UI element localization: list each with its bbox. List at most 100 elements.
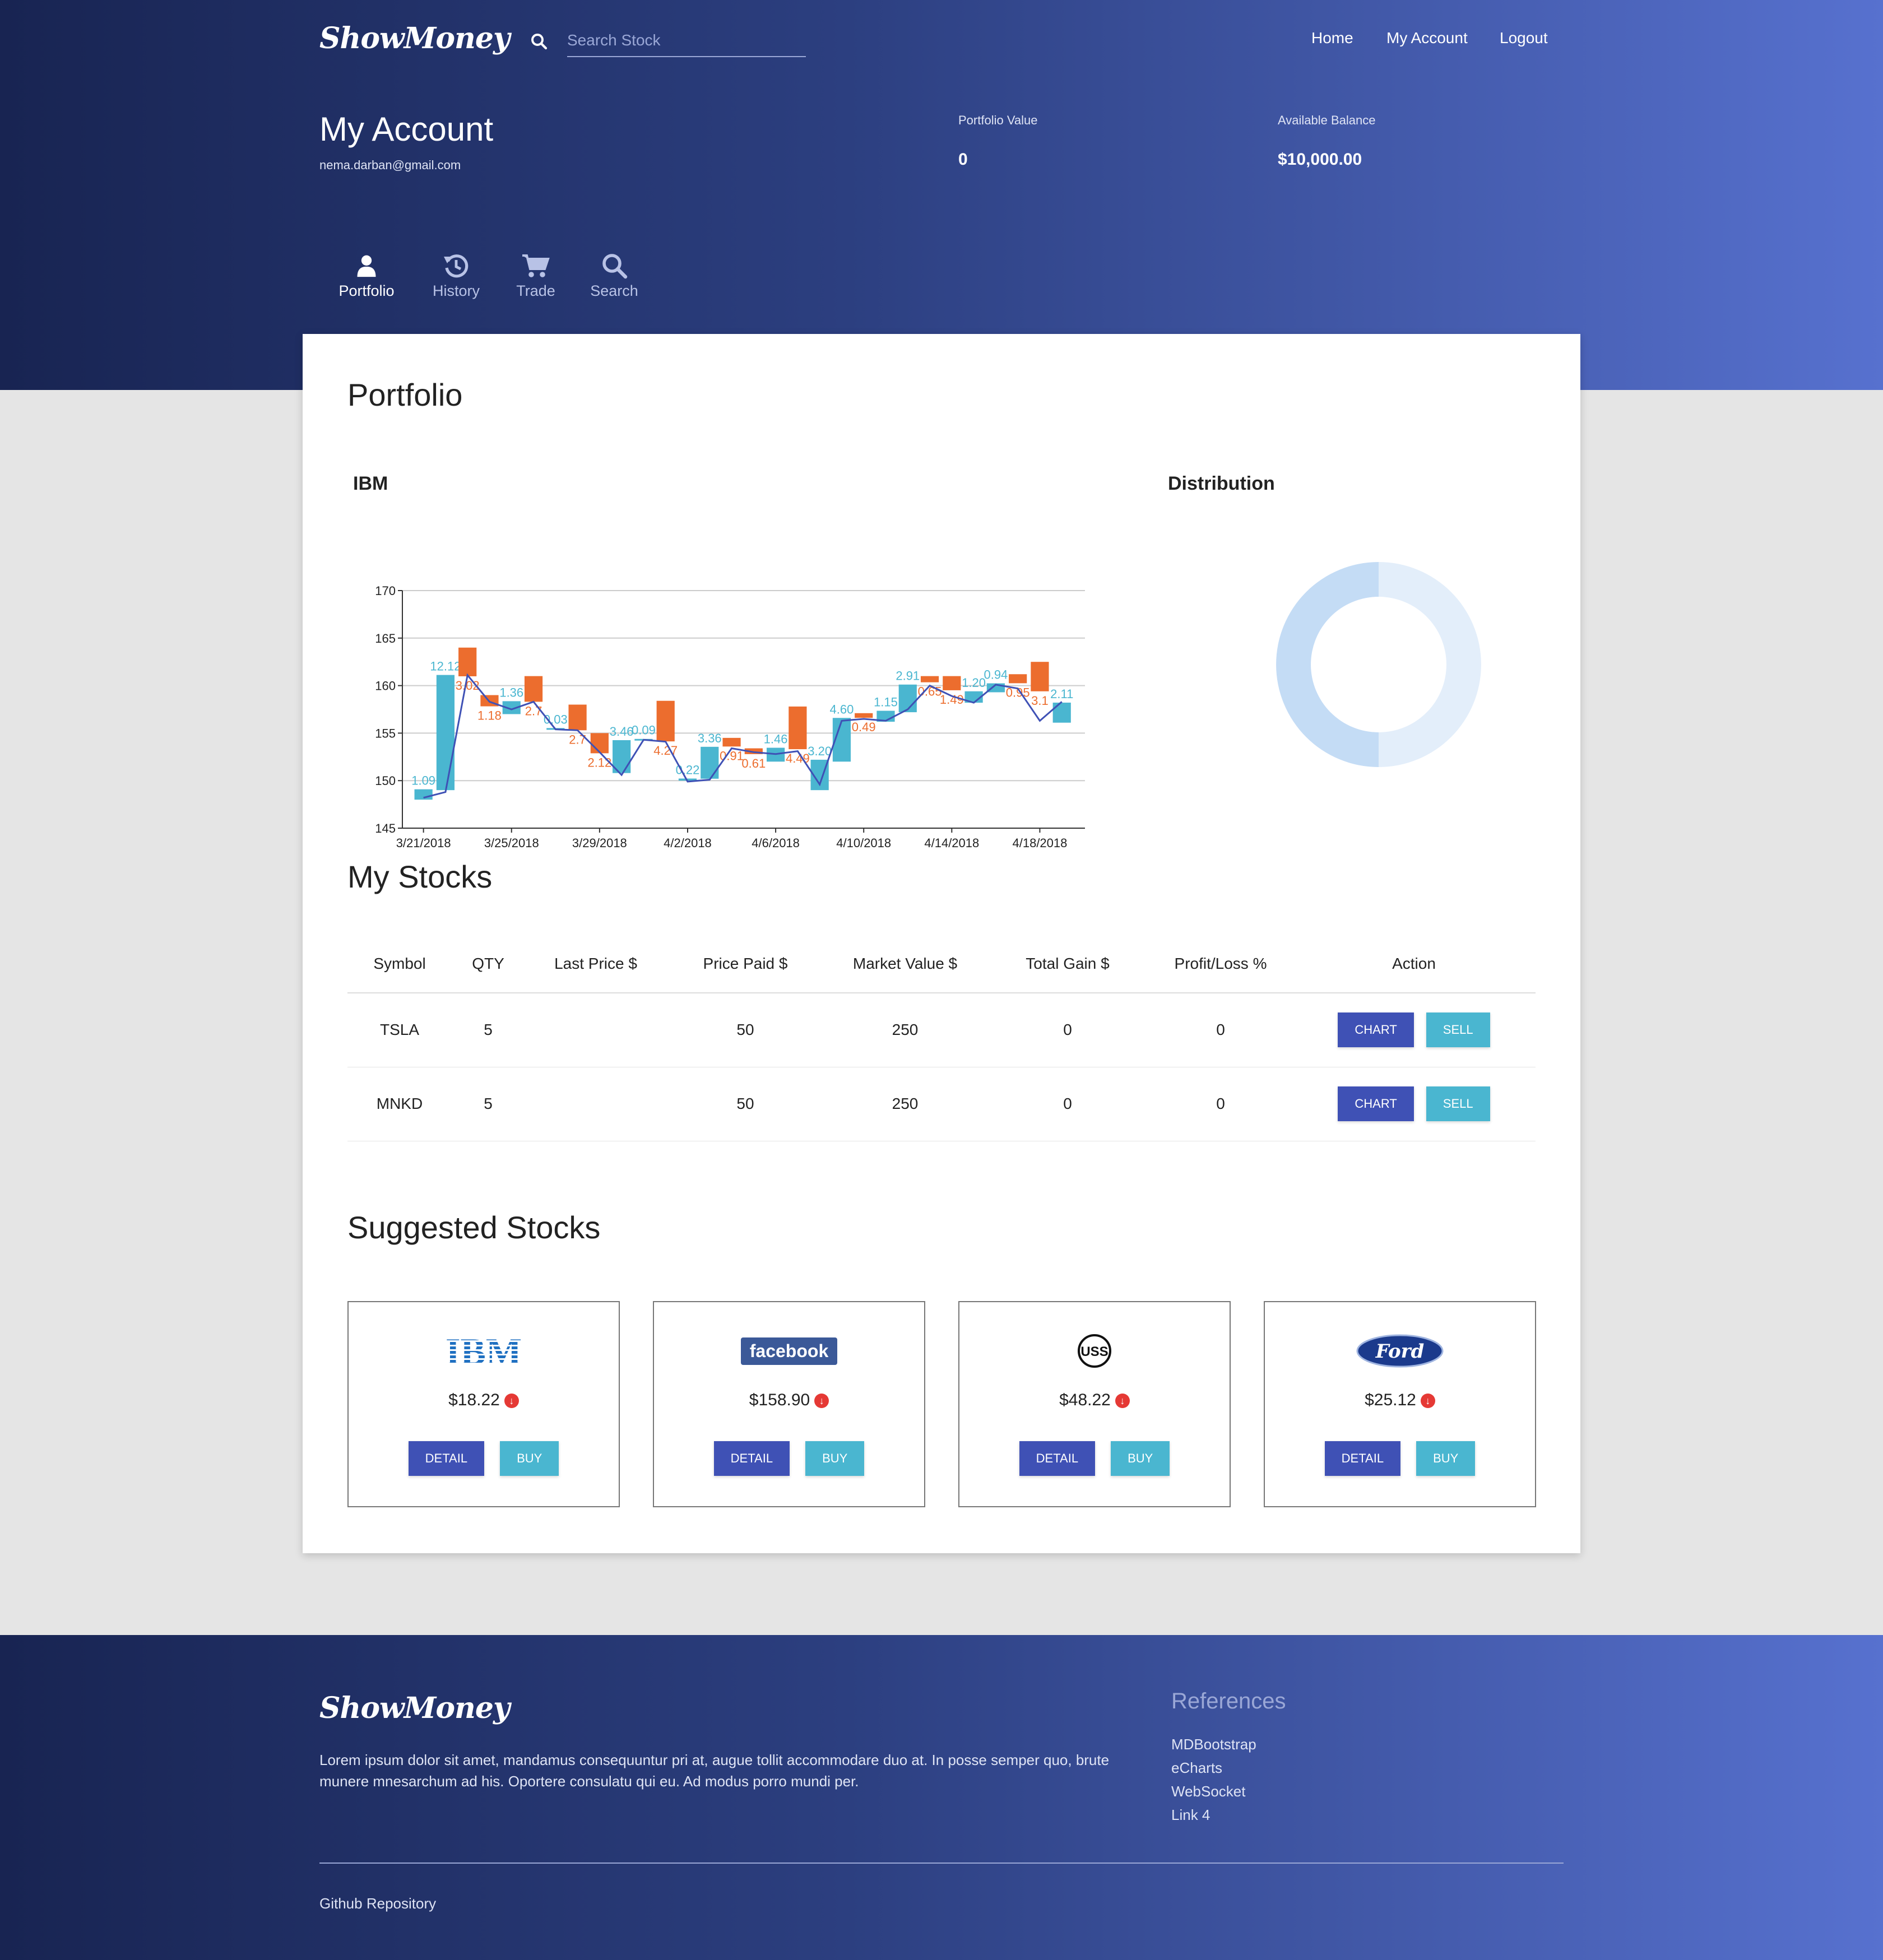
search-input[interactable] [567, 25, 806, 57]
reference-link[interactable]: Link 4 [1171, 1806, 1210, 1824]
nav-home-link[interactable]: Home [1311, 29, 1353, 47]
nav-logout-link[interactable]: Logout [1500, 29, 1548, 47]
data-label: 2.12 [587, 755, 611, 769]
suggested-card-ford: Ford $25.12 ↓ DETAIL BUY [1264, 1301, 1536, 1507]
brand-logo[interactable]: ShowMoney [319, 21, 510, 55]
detail-button[interactable]: DETAIL [1324, 1441, 1401, 1476]
ford-logo: Ford [1265, 1331, 1535, 1371]
distribution-title: Distribution [1168, 473, 1275, 494]
tab-trade[interactable]: Trade [497, 252, 575, 300]
col-action: Action [1292, 935, 1536, 993]
x-tick-label: 3/29/2018 [572, 836, 627, 850]
chart-bar [590, 733, 609, 754]
tab-label: Search [590, 282, 638, 299]
y-tick-label: 145 [375, 821, 396, 835]
table-header-row: Symbol QTY Last Price $ Price Paid $ Mar… [347, 935, 1536, 993]
x-tick-label: 3/21/2018 [396, 836, 451, 850]
detail-button[interactable]: DETAIL [713, 1441, 790, 1476]
col-symbol: Symbol [347, 935, 452, 993]
reference-link[interactable]: eCharts [1171, 1759, 1222, 1777]
buy-button[interactable]: BUY [805, 1441, 865, 1476]
portfolio-value: 0 [958, 150, 968, 169]
chart-bar [701, 746, 719, 779]
page-title: My Account [319, 110, 494, 148]
cart-icon [522, 254, 550, 277]
data-label: 0.49 [852, 720, 876, 734]
chart-button[interactable]: CHART [1338, 1086, 1414, 1121]
price: $48.22 ↓ [959, 1391, 1230, 1410]
reference-link[interactable]: MDBootstrap [1171, 1736, 1256, 1753]
detail-button[interactable]: DETAIL [408, 1441, 485, 1476]
buy-button[interactable]: BUY [1111, 1441, 1170, 1476]
card-actions: DETAIL BUY [1265, 1441, 1535, 1476]
arrow-down-icon: ↓ [504, 1394, 519, 1409]
balance-value: $10,000.00 [1278, 150, 1362, 169]
cell-symbol: MNKD [347, 1067, 452, 1141]
buy-button[interactable]: BUY [1416, 1441, 1476, 1476]
price: $158.90 ↓ [654, 1391, 924, 1410]
user-icon [357, 255, 376, 277]
y-tick-label: 150 [375, 774, 396, 788]
search-bar [529, 25, 806, 57]
search-icon [602, 254, 628, 279]
price-value: $25.12 [1365, 1391, 1416, 1409]
footer-brand-logo: ShowMoney [319, 1691, 510, 1725]
card-actions: DETAIL BUY [349, 1441, 619, 1476]
nav-my-account-link[interactable]: My Account [1386, 29, 1468, 47]
tab-label: History [432, 282, 480, 299]
data-label: 2.7 [569, 732, 586, 746]
svg-text:USS: USS [1080, 1344, 1108, 1359]
detail-button[interactable]: DETAIL [1019, 1441, 1096, 1476]
y-tick-label: 160 [375, 679, 396, 693]
chart-bar [943, 676, 961, 690]
footer-divider [319, 1863, 1564, 1864]
price-value: $158.90 [749, 1391, 810, 1409]
reference-link[interactable]: WebSocket [1171, 1783, 1245, 1800]
us-steel-logo: USS [959, 1331, 1230, 1371]
portfolio-card: Portfolio IBM 145 150 155 160 165 170 3/21/201… [303, 334, 1580, 1553]
tab-history[interactable]: History [417, 252, 495, 300]
tab-search[interactable]: Search [575, 252, 653, 300]
chart-bar [855, 713, 873, 718]
sell-button[interactable]: SELL [1426, 1086, 1490, 1121]
cell-qty: 5 [452, 1067, 525, 1141]
sell-button[interactable]: SELL [1426, 1012, 1490, 1048]
data-label: 3.46 [610, 724, 634, 739]
price: $25.12 ↓ [1265, 1391, 1535, 1410]
x-tick-label: 4/14/2018 [924, 836, 979, 850]
col-market-value: Market Value $ [824, 935, 986, 993]
table-row: MNKD 5 50 250 0 0 CHART SELL [347, 1067, 1536, 1141]
tab-label: Portfolio [338, 282, 395, 299]
buy-button[interactable]: BUY [500, 1441, 559, 1476]
chart-bar [568, 704, 587, 731]
data-label: 2.7 [525, 704, 542, 718]
chart-button[interactable]: CHART [1338, 1012, 1414, 1048]
user-email: nema.darban@gmail.com [319, 158, 461, 172]
chart-bar [920, 676, 939, 682]
github-link[interactable]: Github Repository [319, 1895, 436, 1912]
y-tick-label: 165 [375, 631, 396, 645]
search-icon[interactable] [529, 31, 549, 52]
x-tick-label: 4/18/2018 [1013, 836, 1068, 850]
footer-description: Lorem ipsum dolor sit amet, mandamus con… [319, 1752, 1110, 1790]
col-profit-loss: Profit/Loss % [1149, 935, 1292, 993]
tab-portfolio[interactable]: Portfolio [327, 252, 406, 300]
footer: ShowMoney Lorem ipsum dolor sit amet, ma… [0, 1635, 1883, 1960]
suggested-card-us-steel: USS $48.22 ↓ DETAIL BUY [958, 1301, 1231, 1507]
data-label: 1.49 [940, 693, 964, 707]
svg-text:Ford: Ford [1375, 1340, 1425, 1363]
data-label: 1.15 [874, 695, 898, 709]
chart-bar [898, 684, 917, 713]
data-label: 0.94 [984, 668, 1008, 682]
data-label: 1.36 [499, 685, 523, 699]
arrow-down-icon: ↓ [1420, 1394, 1435, 1409]
chart-bar [524, 676, 543, 702]
price: $18.22 ↓ [349, 1391, 619, 1410]
suggested-heading: Suggested Stocks [347, 1210, 601, 1245]
chart-bar [1052, 702, 1071, 723]
card-actions: DETAIL BUY [654, 1441, 924, 1476]
chart-bar [436, 675, 455, 791]
donut-slice [1276, 562, 1379, 767]
data-label: 0.09 [632, 723, 656, 737]
chart-title: IBM [353, 473, 388, 494]
